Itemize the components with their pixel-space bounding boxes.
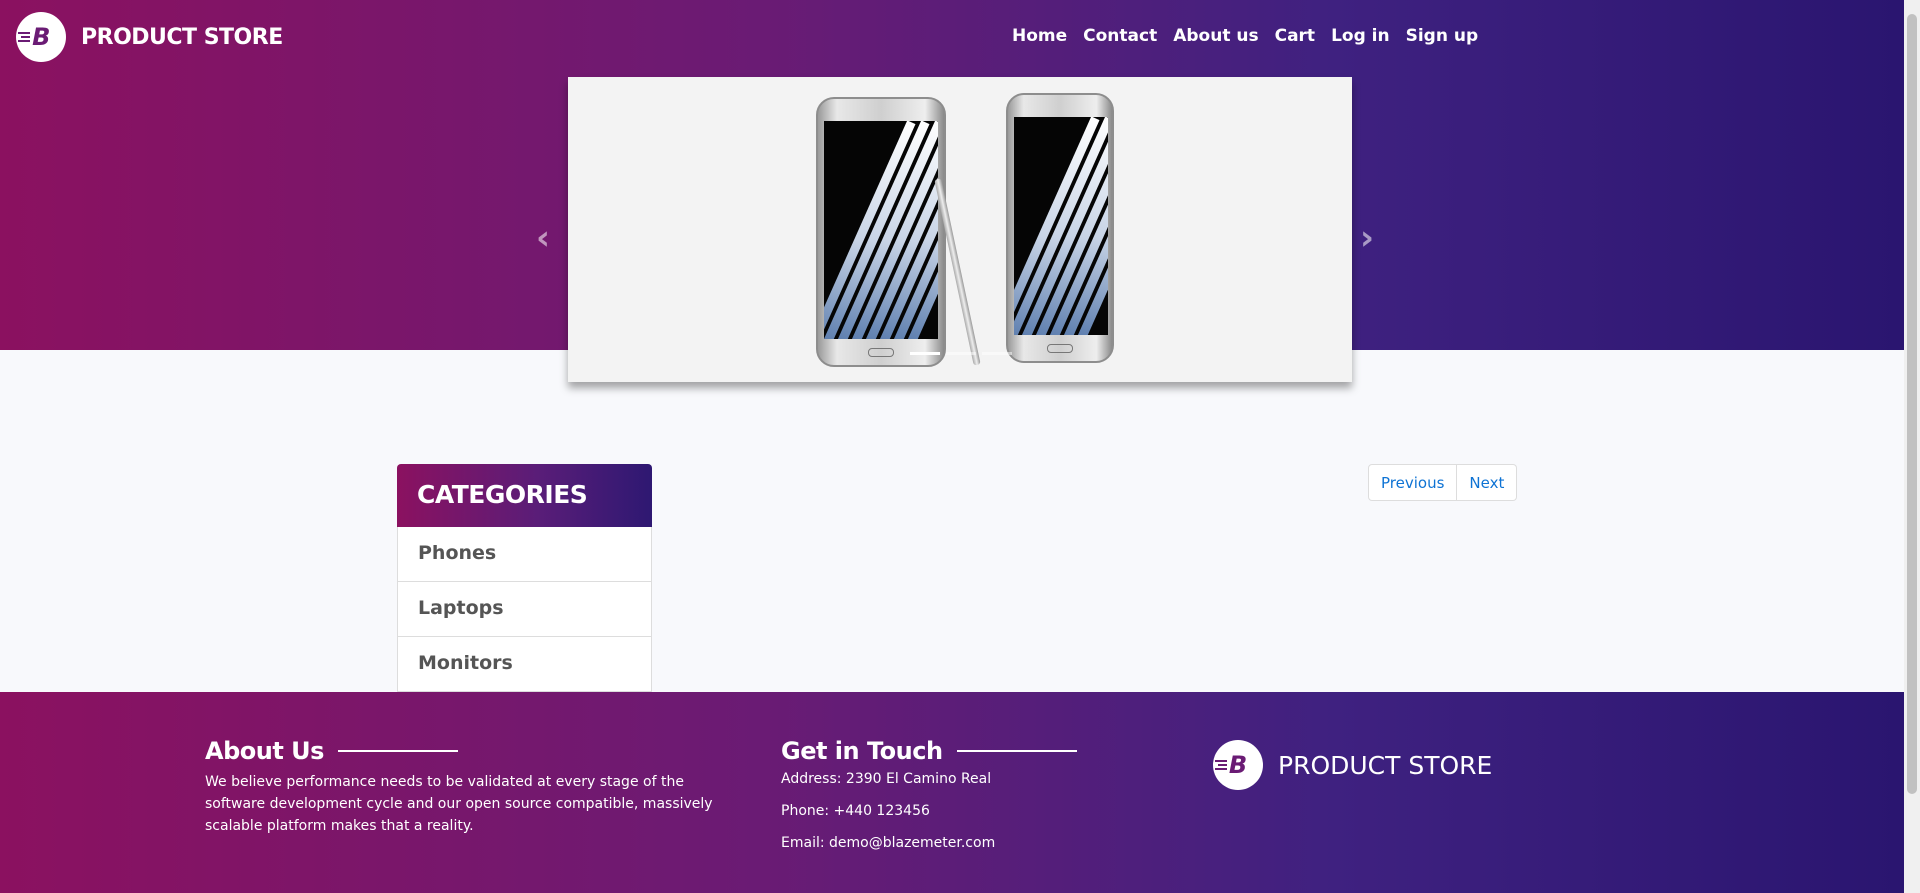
footer-contact: Get in Touch Address: 2390 El Camino Rea… [781, 737, 1101, 851]
pagination: Previous Next [1368, 464, 1518, 501]
category-phones[interactable]: Phones [397, 527, 652, 582]
nav-home[interactable]: Home [1012, 26, 1067, 46]
previous-button[interactable]: Previous [1368, 464, 1458, 501]
footer: About Us We believe performance needs to… [0, 692, 1904, 893]
categories-title[interactable]: CATEGORIES [397, 464, 652, 527]
carousel-indicators [910, 352, 1012, 355]
category-monitors[interactable]: Monitors [397, 637, 652, 692]
nav-cart[interactable]: Cart [1275, 26, 1315, 46]
footer-about-title: About Us [205, 737, 324, 765]
footer-contact-title: Get in Touch [781, 737, 943, 765]
scrollbar-thumb[interactable] [1907, 14, 1917, 794]
logo-icon: B [16, 12, 66, 62]
categories-panel: CATEGORIES Phones Laptops Monitors [397, 464, 652, 692]
footer-about-text: We believe performance needs to be valid… [205, 774, 713, 834]
divider [337, 750, 458, 752]
footer-email: Email: demo@blazemeter.com [781, 835, 996, 851]
page: B PRODUCT STORE Home Contact About us Ca… [0, 0, 1920, 893]
nav-log-in[interactable]: Log in [1331, 26, 1390, 46]
nav-sign-up[interactable]: Sign up [1406, 26, 1479, 46]
scrollbar[interactable] [1904, 0, 1920, 893]
logo-icon: B [1213, 740, 1263, 790]
main-nav: Home Contact About us Cart Log in Sign u… [1012, 26, 1478, 46]
nav-about-us[interactable]: About us [1173, 26, 1258, 46]
footer-about: About Us We believe performance needs to… [205, 737, 745, 837]
carousel-slide[interactable] [568, 77, 1352, 382]
nav-contact[interactable]: Contact [1083, 26, 1157, 46]
indicator-1[interactable] [910, 352, 940, 355]
brand-name: PRODUCT STORE [81, 24, 283, 50]
indicator-3[interactable] [982, 352, 1012, 355]
category-laptops[interactable]: Laptops [397, 582, 652, 637]
chevron-right-icon[interactable]: › [1360, 218, 1374, 258]
indicator-2[interactable] [946, 352, 976, 355]
phone-image-front [816, 97, 946, 367]
next-button[interactable]: Next [1457, 464, 1518, 501]
footer-brand-name: PRODUCT STORE [1278, 750, 1493, 780]
divider [956, 750, 1077, 752]
chevron-left-icon[interactable]: ‹ [536, 218, 550, 258]
footer-phone: Phone: +440 123456 [781, 803, 930, 819]
footer-brand: B PRODUCT STORE [1213, 740, 1492, 790]
brand[interactable]: B PRODUCT STORE [16, 12, 283, 62]
phone-image-side [1006, 93, 1114, 363]
footer-address: Address: 2390 El Camino Real [781, 771, 992, 787]
